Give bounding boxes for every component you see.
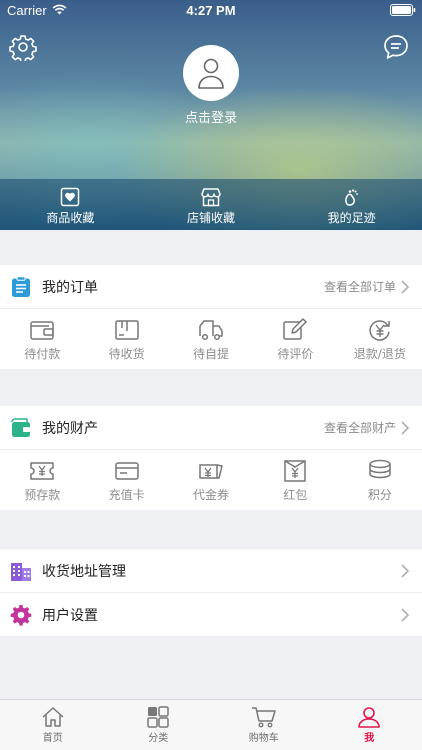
order-pending-pickup[interactable]: 待自提 bbox=[169, 309, 253, 369]
asset-recharge-card[interactable]: 充值卡 bbox=[84, 450, 168, 510]
order-refund[interactable]: 退款/退货 bbox=[338, 309, 422, 369]
footprint-icon bbox=[344, 189, 358, 206]
gear-icon bbox=[10, 604, 32, 626]
truck-icon bbox=[199, 320, 223, 341]
asset-label: 积分 bbox=[367, 488, 392, 502]
order-pending-receipt[interactable]: 待收货 bbox=[84, 309, 168, 369]
card-icon bbox=[114, 462, 139, 480]
chevron-right-icon bbox=[401, 563, 410, 578]
store-icon bbox=[201, 188, 221, 207]
asset-label: 红包 bbox=[283, 488, 308, 502]
cart-icon bbox=[251, 707, 276, 728]
asset-voucher[interactable]: 代金券 bbox=[169, 450, 253, 510]
orders-status-row: 待付款 待收货 待自提 待评价 退款/退货 bbox=[0, 309, 422, 369]
asset-points[interactable]: 积分 bbox=[338, 450, 422, 510]
shortcut-footprints[interactable]: 我的足迹 bbox=[281, 179, 422, 230]
shortcut-label: 我的足迹 bbox=[327, 211, 376, 225]
menu-label: 收货地址管理 bbox=[42, 563, 126, 580]
tab-bar: 首页 分类 购物车 我 bbox=[0, 699, 422, 750]
clipboard-icon bbox=[12, 275, 30, 297]
assets-title: 我的财产 bbox=[42, 420, 98, 437]
assets-card: 我的财产 查看全部财产 预存款 充值卡 代金券 红包 积分 bbox=[0, 406, 422, 510]
edit-icon bbox=[283, 318, 308, 340]
order-status-label: 待评价 bbox=[277, 347, 314, 361]
orders-card: 我的订单 查看全部订单 待付款 待收货 待自提 待评价 退款/退货 bbox=[0, 265, 422, 369]
assets-header[interactable]: 我的财产 查看全部财产 bbox=[0, 406, 422, 450]
shortcut-label: 商品收藏 bbox=[46, 211, 95, 225]
order-pending-payment[interactable]: 待付款 bbox=[0, 309, 84, 369]
tab-label: 分类 bbox=[148, 733, 169, 744]
order-status-label: 待付款 bbox=[24, 347, 61, 361]
heart-box-icon bbox=[61, 187, 80, 207]
shortcut-product-favorites[interactable]: 商品收藏 bbox=[0, 179, 141, 230]
voucher-icon bbox=[199, 464, 223, 479]
order-status-label: 待自提 bbox=[193, 347, 230, 361]
login-link[interactable]: 点击登录 bbox=[0, 107, 422, 126]
view-all-assets-link[interactable]: 查看全部财产 bbox=[324, 419, 396, 436]
building-icon bbox=[11, 562, 31, 581]
assets-row: 预存款 充值卡 代金券 红包 积分 bbox=[0, 450, 422, 510]
shortcut-bar: 商品收藏 店铺收藏 我的足迹 bbox=[0, 179, 422, 230]
wallet-fill-icon bbox=[11, 417, 30, 437]
tab-me[interactable]: 我 bbox=[317, 700, 422, 750]
order-status-label: 待收货 bbox=[108, 347, 145, 361]
refund-icon bbox=[369, 320, 390, 341]
menu-address-management[interactable]: 收货地址管理 bbox=[0, 549, 422, 593]
chevron-right-icon bbox=[401, 420, 410, 435]
deposit-icon bbox=[30, 462, 54, 480]
tab-label: 购物车 bbox=[248, 733, 279, 744]
menu-user-settings[interactable]: 用户设置 bbox=[0, 593, 422, 637]
asset-label: 代金券 bbox=[193, 488, 230, 502]
asset-label: 充值卡 bbox=[108, 488, 145, 502]
user-placeholder-icon bbox=[198, 58, 224, 89]
home-icon bbox=[42, 707, 64, 727]
order-status-label: 退款/退货 bbox=[353, 347, 406, 361]
tab-category[interactable]: 分类 bbox=[106, 700, 212, 750]
orders-title: 我的订单 bbox=[42, 279, 98, 296]
settings-icon[interactable] bbox=[9, 33, 37, 63]
battery-icon bbox=[390, 4, 416, 20]
avatar[interactable] bbox=[183, 45, 239, 101]
package-icon bbox=[114, 320, 139, 340]
tab-home[interactable]: 首页 bbox=[0, 700, 106, 750]
view-all-orders-link[interactable]: 查看全部订单 bbox=[324, 278, 396, 295]
order-pending-review[interactable]: 待评价 bbox=[253, 309, 337, 369]
asset-red-envelope[interactable]: 红包 bbox=[253, 450, 337, 510]
asset-deposit[interactable]: 预存款 bbox=[0, 450, 84, 510]
chevron-right-icon bbox=[401, 279, 410, 294]
chevron-right-icon bbox=[401, 607, 410, 622]
menu-list: 收货地址管理 用户设置 bbox=[0, 548, 422, 637]
asset-label: 预存款 bbox=[24, 488, 61, 502]
tab-cart[interactable]: 购物车 bbox=[211, 700, 317, 750]
wallet-icon bbox=[30, 321, 54, 340]
user-icon bbox=[358, 707, 381, 728]
status-bar: Carrier 4:27 PM bbox=[0, 0, 422, 22]
red-envelope-icon bbox=[284, 460, 307, 482]
shortcut-label: 店铺收藏 bbox=[187, 211, 236, 225]
category-icon bbox=[147, 706, 169, 728]
profile-header: Carrier 4:27 PM 点击登录 商品收藏 店铺收藏 我的足迹 bbox=[0, 0, 422, 230]
coins-icon bbox=[369, 459, 391, 479]
orders-header[interactable]: 我的订单 查看全部订单 bbox=[0, 265, 422, 309]
message-icon[interactable] bbox=[382, 33, 410, 61]
clock: 4:27 PM bbox=[186, 3, 236, 18]
tab-label: 我 bbox=[364, 733, 375, 744]
shortcut-store-favorites[interactable]: 店铺收藏 bbox=[141, 179, 282, 230]
tab-label: 首页 bbox=[42, 733, 63, 744]
menu-label: 用户设置 bbox=[42, 607, 98, 624]
